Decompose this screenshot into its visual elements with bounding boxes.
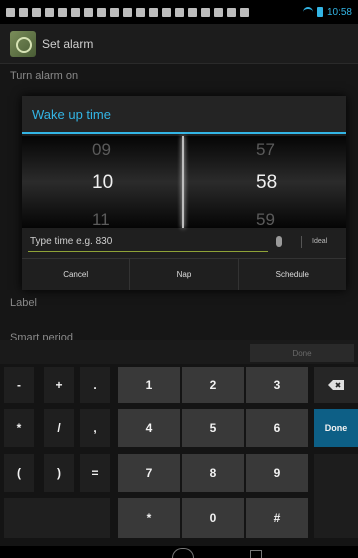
wifi-icon <box>302 7 313 17</box>
notification-icon <box>32 7 41 17</box>
app-alarm-icon[interactable] <box>10 30 36 57</box>
notification-icon <box>240 7 249 17</box>
key-close-paren[interactable]: ) <box>44 454 74 492</box>
time-picker[interactable]: 09 10 11 57 58 59 <box>22 136 346 230</box>
divider <box>301 236 302 248</box>
key-2[interactable]: 2 <box>182 367 244 403</box>
notification-icon <box>97 7 106 17</box>
key-star[interactable]: * <box>118 498 180 538</box>
key-minus[interactable]: - <box>4 367 34 403</box>
setting-turn-alarm-on[interactable]: Turn alarm on <box>10 70 78 82</box>
notification-icon <box>162 7 171 17</box>
notification-icon <box>84 7 93 17</box>
notification-icon <box>201 7 210 17</box>
suggestion-strip: Done <box>0 340 358 364</box>
notification-icon <box>227 7 236 17</box>
picker-divider <box>182 136 184 228</box>
notification-icon <box>6 7 15 17</box>
key-asterisk[interactable]: * <box>4 409 34 447</box>
key-open-paren[interactable]: ( <box>4 454 34 492</box>
key-8[interactable]: 8 <box>182 454 244 492</box>
key-1[interactable]: 1 <box>118 367 180 403</box>
notification-icon <box>71 7 80 17</box>
notification-icon <box>123 7 132 17</box>
key-period[interactable]: . <box>80 367 110 403</box>
page-title: Set alarm <box>42 36 94 51</box>
key-blank-right[interactable] <box>314 454 358 538</box>
wake-up-time-dialog: Wake up time 09 10 11 57 58 59 Ideal Can… <box>22 96 346 290</box>
done-key[interactable]: Done <box>314 409 358 447</box>
key-plus[interactable]: + <box>44 367 74 403</box>
dialog-buttons: Cancel Nap Schedule <box>22 258 346 290</box>
notification-icon <box>188 7 197 17</box>
nap-button[interactable]: Nap <box>130 259 239 290</box>
recents-icon[interactable] <box>250 550 262 558</box>
notification-icon <box>110 7 119 17</box>
key-5[interactable]: 5 <box>182 409 244 447</box>
key-comma[interactable]: , <box>80 409 110 447</box>
hour-current[interactable]: 10 <box>92 172 113 194</box>
cancel-button[interactable]: Cancel <box>22 259 131 290</box>
key-3[interactable]: 3 <box>246 367 308 403</box>
setting-label[interactable]: Label <box>10 297 37 309</box>
key-7[interactable]: 7 <box>118 454 180 492</box>
notification-icon <box>214 7 223 17</box>
key-4[interactable]: 4 <box>118 409 180 447</box>
backspace-icon <box>328 380 344 390</box>
notification-icon <box>58 7 67 17</box>
minute-prev[interactable]: 57 <box>256 140 275 160</box>
key-0[interactable]: 0 <box>182 498 244 538</box>
key-equals[interactable]: = <box>80 454 110 492</box>
status-time: 10:58 <box>326 6 352 18</box>
battery-icon <box>316 7 323 17</box>
suggestion-done[interactable]: Done <box>250 344 354 362</box>
key-blank[interactable] <box>4 498 110 538</box>
action-bar: Set alarm <box>0 24 358 64</box>
backspace-key[interactable] <box>314 367 358 403</box>
minute-next[interactable]: 59 <box>256 210 275 230</box>
microphone-icon[interactable] <box>276 236 282 247</box>
notification-icon <box>45 7 54 17</box>
notification-icon <box>136 7 145 17</box>
hour-next[interactable]: 11 <box>92 210 110 230</box>
schedule-button[interactable]: Schedule <box>239 259 346 290</box>
key-hash[interactable]: # <box>246 498 308 538</box>
notification-icon <box>149 7 158 17</box>
key-6[interactable]: 6 <box>246 409 308 447</box>
ideal-button[interactable]: Ideal <box>312 238 327 245</box>
notification-icon <box>19 7 28 17</box>
notification-icon <box>175 7 184 17</box>
key-9[interactable]: 9 <box>246 454 308 492</box>
minute-current[interactable]: 58 <box>256 172 277 194</box>
dialog-title: Wake up time <box>22 96 346 134</box>
hour-prev[interactable]: 09 <box>92 140 111 160</box>
time-input[interactable] <box>28 232 268 252</box>
key-slash[interactable]: / <box>44 409 74 447</box>
status-bar: 10:58 <box>0 0 358 24</box>
time-input-row: Ideal <box>22 230 346 256</box>
